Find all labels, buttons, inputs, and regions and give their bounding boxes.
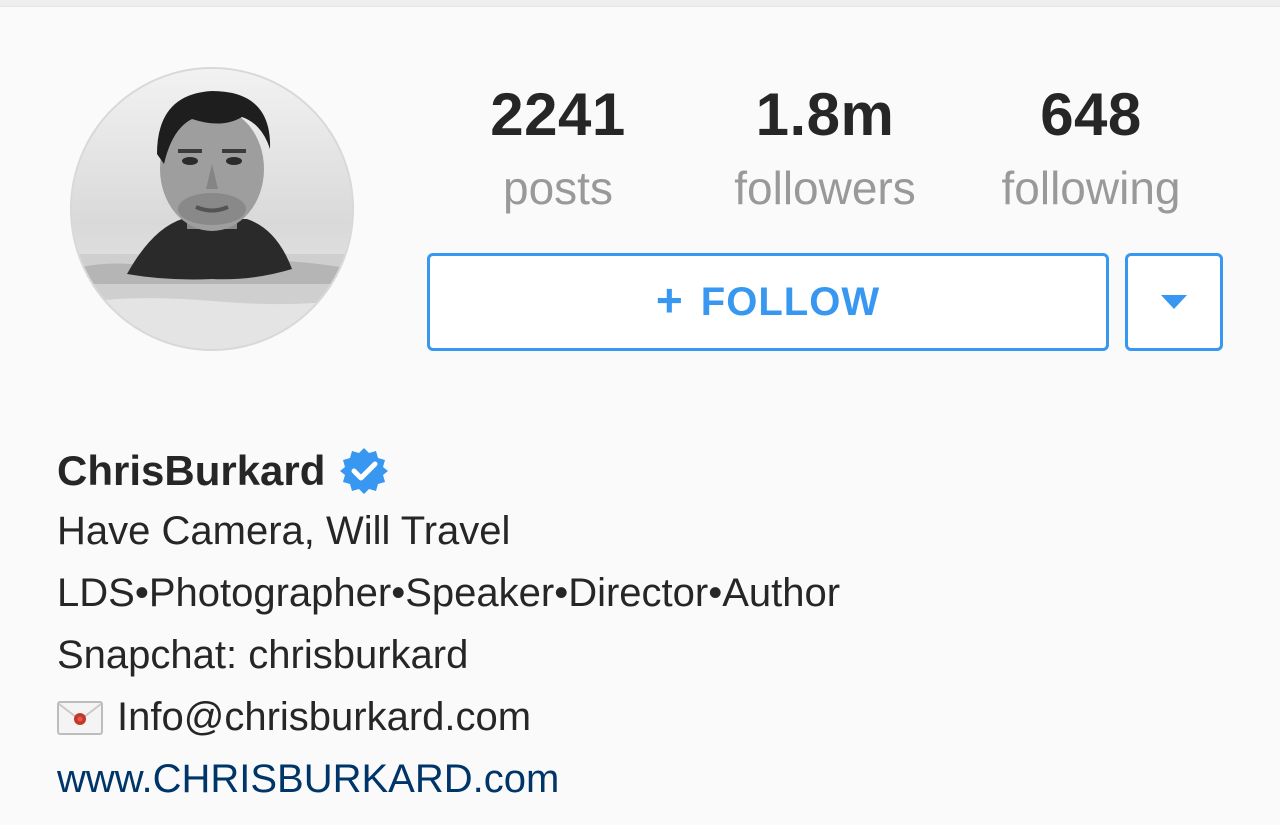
posts-label: posts xyxy=(503,162,613,214)
avatar[interactable] xyxy=(70,67,354,351)
follow-button-label: FOLLOW xyxy=(700,279,881,324)
verified-badge-icon xyxy=(340,448,389,494)
stat-followers[interactable]: 1.8m followers xyxy=(695,80,955,218)
stat-following[interactable]: 648 following xyxy=(961,80,1221,218)
username-row: ChrisBurkard xyxy=(57,444,1237,498)
email-text: Info@chrisburkard.com xyxy=(117,695,532,739)
bio-line-email: Info@chrisburkard.com xyxy=(57,686,1237,748)
username: ChrisBurkard xyxy=(57,447,326,494)
suggestions-dropdown-button[interactable] xyxy=(1125,253,1223,351)
posts-count: 2241 xyxy=(490,81,626,148)
stat-posts[interactable]: 2241 posts xyxy=(428,80,688,218)
plus-icon: + xyxy=(655,274,683,326)
envelope-icon xyxy=(57,701,103,735)
top-divider xyxy=(0,0,1280,7)
bio-line-tagline: Have Camera, Will Travel xyxy=(57,509,511,553)
following-label: following xyxy=(1001,162,1181,214)
caret-down-icon xyxy=(1161,295,1187,309)
follow-button[interactable]: + FOLLOW xyxy=(427,253,1109,351)
profile-bio: ChrisBurkard Have Camera, Will Travel LD… xyxy=(57,444,1237,810)
following-count: 648 xyxy=(1040,81,1142,148)
bio-line-roles: LDS•Photographer•Speaker•Director•Author xyxy=(57,571,841,615)
followers-label: followers xyxy=(734,162,916,214)
website-link[interactable]: www.CHRISBURKARD.com xyxy=(57,757,559,801)
followers-count: 1.8m xyxy=(755,81,895,148)
bio-line-snapchat: Snapchat: chrisburkard xyxy=(57,633,469,677)
profile-photo xyxy=(72,69,352,349)
